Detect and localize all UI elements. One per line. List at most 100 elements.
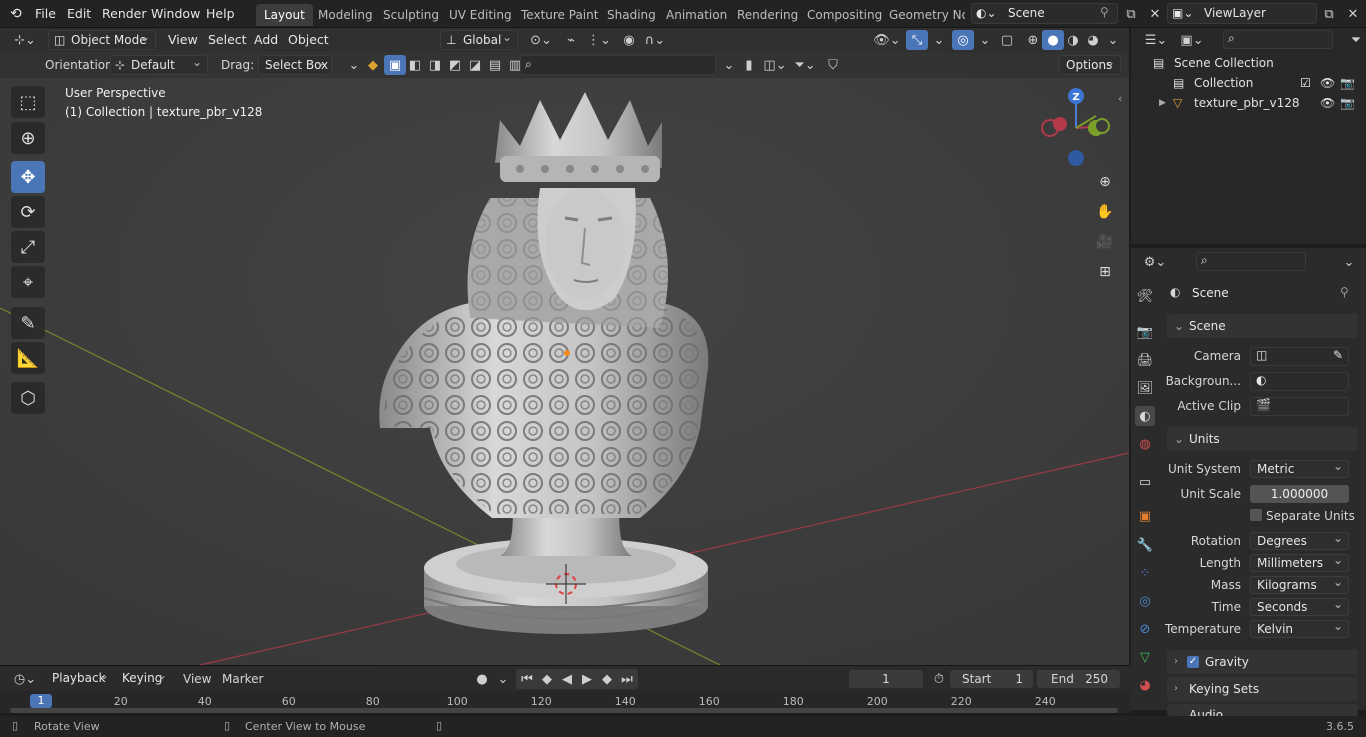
snap-target-icon[interactable]: ⋮⌄ (584, 30, 614, 50)
snap-toggle-icon[interactable]: ⌁ (560, 30, 582, 50)
rotation-dropdown[interactable]: Degrees (1250, 530, 1349, 550)
display-mode-dropdown-icon[interactable]: ▣⌄ (1177, 30, 1207, 50)
keying-menu[interactable]: Keying (116, 666, 172, 689)
select-box-tool[interactable]: ⬚ (11, 86, 45, 118)
start-frame-field[interactable]: Start 1 (950, 670, 1033, 688)
audio-panel-header[interactable]: Audio (1167, 704, 1358, 716)
new-scene-icon[interactable]: ⧉ (1120, 4, 1142, 24)
timeline-marker-menu[interactable]: Marker (222, 672, 263, 686)
select-mode-intersect-icon[interactable]: ◪ (464, 55, 486, 75)
view-layer-selector[interactable]: ▣⌄ ViewLayer (1167, 3, 1317, 24)
tab-compositing[interactable]: Compositing (799, 4, 890, 26)
timeline-editor-type-icon[interactable]: ◷⌄ (10, 669, 40, 689)
current-frame-field[interactable]: 1 (849, 670, 923, 688)
object-type-filter-icon[interactable]: ◆ (362, 55, 384, 75)
menu-help[interactable]: Help (206, 6, 235, 21)
shading-dropdown-icon[interactable]: ⌄ (1102, 30, 1124, 50)
play-reverse-icon[interactable]: ◀ (556, 669, 578, 689)
select-mode-invert-icon[interactable]: ◩ (444, 55, 466, 75)
camera-render-icon[interactable]: 📷 (1340, 93, 1355, 113)
tab-geometry-nodes[interactable]: Geometry Noc (881, 4, 965, 26)
drag-dropdown[interactable]: Select Box (258, 53, 332, 75)
pan-hand-icon[interactable]: ✋ (1093, 200, 1117, 224)
tab-uv-editing[interactable]: UV Editing (441, 4, 520, 26)
proportional-editing-icon[interactable]: ◉ (618, 30, 640, 50)
timeline-scrollbar[interactable] (10, 708, 1118, 713)
menu-add[interactable]: Add (254, 32, 278, 47)
temperature-dropdown[interactable]: Kelvin (1250, 618, 1349, 638)
blender-logo-icon[interactable]: ⟲ (10, 6, 22, 22)
x-axis-icon[interactable] (1053, 117, 1067, 131)
outliner-filter-icon[interactable]: ⏷ (1345, 30, 1366, 50)
display-mode-icon[interactable]: ◫⌄ (760, 55, 790, 75)
eye-icon[interactable]: 👁 (1320, 93, 1335, 113)
data-tab-icon[interactable]: ▽ (1135, 647, 1155, 667)
menu-object[interactable]: Object (288, 32, 329, 47)
keying-sets-panel-header[interactable]: › Keying Sets (1167, 677, 1358, 701)
eyedropper-icon[interactable]: ✎ (1333, 348, 1343, 362)
gizmo-dropdown-icon[interactable]: ⌄ (928, 30, 950, 50)
shading-solid-icon[interactable]: ● (1042, 30, 1064, 50)
playback-menu[interactable]: Playback (46, 666, 114, 689)
scene-selector[interactable]: ◐⌄ Scene ⚲ (971, 3, 1118, 24)
stopwatch-icon[interactable]: ⏱ (928, 669, 950, 689)
outliner-editor-type-icon[interactable]: ☰⌄ (1141, 30, 1171, 50)
unit-system-dropdown[interactable]: Metric (1250, 458, 1349, 478)
overlays-toggle-icon[interactable]: ◎ (952, 30, 974, 50)
tab-modeling[interactable]: Modeling (310, 4, 381, 26)
eye-icon[interactable]: 👁 (1320, 73, 1335, 93)
separate-units-checkbox[interactable] (1250, 509, 1262, 521)
camera-view-icon[interactable]: 🎥 (1093, 230, 1117, 254)
keying-dropdown-icon[interactable]: ⌄ (492, 669, 514, 689)
menu-select[interactable]: Select (208, 32, 247, 47)
select-mode-subtract-icon[interactable]: ◨ (424, 55, 446, 75)
jump-start-icon[interactable]: ⏮ (516, 669, 538, 689)
delete-scene-icon[interactable]: ✕ (1144, 4, 1166, 24)
tool-tab-icon[interactable]: 🛠 (1135, 286, 1155, 306)
transform-orientation-dropdown[interactable]: ⊥ Global (440, 28, 518, 50)
shading-rendered-icon[interactable]: ◕ (1082, 30, 1104, 50)
playhead-marker[interactable]: 1 (30, 694, 52, 708)
delete-view-layer-icon[interactable]: ✕ (1342, 4, 1364, 24)
camera-render-icon[interactable]: 📷 (1340, 73, 1355, 93)
annotate-tool[interactable]: ✎ (11, 307, 45, 339)
filter-icon[interactable]: ⏷⌄ (790, 55, 820, 75)
tab-sculpting[interactable]: Sculpting (375, 4, 447, 26)
pin-icon[interactable]: ⚲ (1100, 5, 1109, 19)
time-dropdown[interactable]: Seconds (1250, 596, 1349, 616)
3d-viewport[interactable]: ⊹⌄ ◫ Object Mode View Select Add Object … (0, 28, 1129, 665)
options-dropdown[interactable]: Options (1059, 53, 1121, 75)
pivot-point-icon[interactable]: ⊙⌄ (526, 30, 556, 50)
bookmark-icon[interactable]: ▮ (738, 55, 760, 75)
menu-view[interactable]: View (168, 32, 198, 47)
neg-z-axis-icon[interactable] (1068, 150, 1084, 166)
outliner-search-field[interactable]: ⌕ (1223, 30, 1333, 49)
active-clip-field[interactable]: 🎬 (1250, 397, 1349, 416)
select-mode-and-icon[interactable]: ▤ (484, 55, 506, 75)
mode-dropdown[interactable]: ◫ Object Mode (48, 28, 156, 50)
units-panel-header[interactable]: ⌄ Units (1167, 427, 1358, 451)
end-frame-field[interactable]: End 250 (1037, 670, 1120, 688)
orientation-dropdown[interactable]: ⊹ Default (110, 53, 208, 75)
tab-shading[interactable]: Shading (599, 4, 664, 26)
outliner-row-scene-collection[interactable]: ▤ Scene Collection (1131, 53, 1366, 73)
pin-icon[interactable]: ⚲ (1340, 285, 1349, 299)
tab-animation[interactable]: Animation (658, 4, 735, 26)
next-keyframe-icon[interactable]: ◆ (596, 669, 618, 689)
neg-y-axis-icon[interactable] (1094, 118, 1110, 134)
ortho-grid-icon[interactable]: ⊞ (1093, 260, 1117, 284)
mass-dropdown[interactable]: Kilograms (1250, 574, 1349, 594)
add-cube-tool[interactable]: ⬡ (11, 382, 45, 414)
outliner-row-collection[interactable]: ▤ Collection ☑ 👁 📷 (1131, 73, 1366, 93)
play-icon[interactable]: ▶ (576, 669, 598, 689)
select-mode-set-icon[interactable]: ▣ (384, 55, 406, 75)
menu-render[interactable]: Render (102, 6, 147, 21)
sidebar-toggle-icon[interactable]: ‹ (1118, 92, 1122, 105)
new-view-layer-icon[interactable]: ⧉ (1318, 4, 1340, 24)
shading-material-icon[interactable]: ◑ (1062, 30, 1084, 50)
falloff-icon[interactable]: ∩⌄ (640, 30, 670, 50)
overlays-dropdown-icon[interactable]: ⌄ (974, 30, 996, 50)
gizmo-toggle-icon[interactable]: ⤡ (906, 30, 928, 50)
shading-wireframe-icon[interactable]: ⊕ (1022, 30, 1044, 50)
length-dropdown[interactable]: Millimeters (1250, 552, 1349, 572)
